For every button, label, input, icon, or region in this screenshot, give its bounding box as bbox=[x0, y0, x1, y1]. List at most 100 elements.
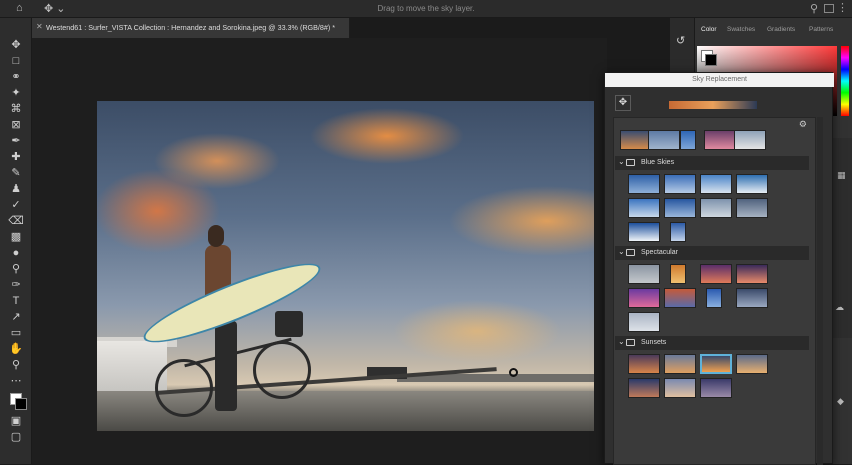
sky-thumbnail[interactable] bbox=[664, 378, 696, 398]
sky-thumbnail[interactable] bbox=[664, 354, 696, 374]
chevron-down-icon: ⌄ bbox=[618, 247, 625, 256]
sky-preview-selector[interactable] bbox=[669, 101, 757, 109]
sky-thumbnail-selected[interactable] bbox=[700, 354, 732, 374]
tab-color[interactable]: Color bbox=[701, 26, 717, 33]
sky-thumbnail[interactable] bbox=[736, 354, 768, 374]
sky-thumbnail[interactable] bbox=[700, 378, 732, 398]
section-blue-skies[interactable]: ⌄ Blue Skies bbox=[615, 156, 809, 170]
sky-thumbnail[interactable] bbox=[700, 264, 732, 284]
sky-thumbnail[interactable] bbox=[736, 264, 768, 284]
lasso-tool-icon[interactable]: ⚭ bbox=[8, 70, 24, 84]
hint-text: Drag to move the sky layer. bbox=[377, 4, 475, 13]
crop-tool-icon[interactable]: ⌘ bbox=[8, 102, 24, 116]
eyedropper-tool-icon[interactable]: ✒ bbox=[8, 134, 24, 148]
more-tools-icon[interactable]: ⋯ bbox=[8, 374, 24, 388]
folder-icon bbox=[626, 249, 635, 256]
chevron-down-icon: ⌄ bbox=[618, 157, 625, 166]
document-image[interactable] bbox=[97, 101, 594, 431]
sky-thumbnail[interactable] bbox=[628, 222, 660, 242]
workspace-icon[interactable] bbox=[824, 4, 834, 13]
history-panel-icon[interactable]: ↺ bbox=[676, 34, 685, 47]
bg-swatch[interactable] bbox=[705, 54, 717, 66]
section-label: Spectacular bbox=[641, 249, 678, 256]
history-brush-tool-icon[interactable]: ✓ bbox=[8, 198, 24, 212]
more-icon[interactable]: ⋮ bbox=[837, 1, 848, 14]
sky-thumbnail[interactable] bbox=[670, 222, 686, 242]
gradient-tool-icon[interactable]: ▩ bbox=[8, 230, 24, 244]
sky-thumbnail[interactable] bbox=[628, 312, 660, 332]
blur-tool-icon[interactable]: ● bbox=[8, 246, 24, 260]
lock-icon[interactable]: ◆ bbox=[837, 396, 844, 407]
search-icon[interactable]: ⚲ bbox=[810, 2, 818, 15]
document-tab[interactable]: ✕ Westend61 : Surfer_VISTA Collection : … bbox=[32, 18, 350, 38]
hand-tool-icon[interactable]: ✋ bbox=[8, 342, 24, 356]
sky-thumbnail[interactable] bbox=[664, 288, 696, 308]
panel-tabs: Color Swatches Gradients Patterns bbox=[695, 26, 852, 42]
quick-mask-icon[interactable]: ▣ bbox=[8, 414, 24, 428]
cloud-icon[interactable]: ☁ bbox=[835, 302, 844, 313]
sky-thumbnail[interactable] bbox=[736, 198, 768, 218]
background-color-swatch[interactable] bbox=[15, 398, 27, 410]
sky-thumbnail[interactable] bbox=[700, 174, 732, 194]
sky-move-tool-icon[interactable]: ✥ bbox=[615, 95, 631, 111]
chevron-down-icon: ⌄ bbox=[618, 337, 625, 346]
move-tool-icon[interactable]: ✥ bbox=[8, 38, 24, 52]
screen-mode-icon[interactable]: ▢ bbox=[8, 430, 24, 444]
tab-swatches[interactable]: Swatches bbox=[727, 26, 755, 33]
sky-thumbnail[interactable] bbox=[648, 130, 680, 150]
sky-thumbnail[interactable] bbox=[704, 130, 736, 150]
hue-slider[interactable] bbox=[841, 46, 849, 116]
folder-icon bbox=[626, 339, 635, 346]
type-tool-icon[interactable]: T bbox=[8, 294, 24, 308]
stamp-tool-icon[interactable]: ♟ bbox=[8, 182, 24, 196]
sky-thumbnail[interactable] bbox=[664, 198, 696, 218]
surfer-head bbox=[208, 225, 224, 247]
section-sunsets[interactable]: ⌄ Sunsets bbox=[615, 336, 809, 350]
sky-replacement-dialog: Sky Replacement ✥ ⚙ ⌄ Blue Skies ⌄ Spect… bbox=[604, 72, 834, 465]
section-label: Sunsets bbox=[641, 339, 667, 346]
brush-tool-icon[interactable]: ✎ bbox=[8, 166, 24, 180]
eraser-tool-icon[interactable]: ⌫ bbox=[8, 214, 24, 228]
close-tab-icon[interactable]: ✕ bbox=[36, 22, 43, 31]
healing-brush-tool-icon[interactable]: ✚ bbox=[8, 150, 24, 164]
sky-thumbnail[interactable] bbox=[706, 288, 722, 308]
gear-icon[interactable]: ⚙ bbox=[799, 119, 807, 130]
sky-thumbnail[interactable] bbox=[628, 378, 660, 398]
picker-scrollbar[interactable] bbox=[817, 117, 823, 465]
app-menubar: ⌂ ✥ ⌄ Drag to move the sky layer. ⚲ ⋮ bbox=[0, 0, 852, 18]
tab-patterns[interactable]: Patterns bbox=[809, 26, 833, 33]
sky-thumbnail[interactable] bbox=[680, 130, 696, 150]
dialog-title: Sky Replacement bbox=[605, 73, 834, 87]
tools-panel: ✥ □ ⚭ ✦ ⌘ ⊠ ✒ ✚ ✎ ♟ ✓ ⌫ ▩ ● ⚲ ✑ T ↗ ▭ ✋ … bbox=[0, 18, 32, 464]
grid-view-icon[interactable]: ▦ bbox=[837, 170, 846, 181]
sky-thumbnail[interactable] bbox=[628, 264, 660, 284]
sky-thumbnail[interactable] bbox=[700, 198, 732, 218]
bicycle-front-wheel bbox=[253, 341, 311, 399]
folder-icon bbox=[626, 159, 635, 166]
surfer-legs bbox=[215, 321, 237, 411]
section-label: Blue Skies bbox=[641, 159, 675, 166]
sky-preset-picker: ⚙ ⌄ Blue Skies ⌄ Spectacular ⌄ Sunsets bbox=[613, 117, 816, 465]
marquee-tool-icon[interactable]: □ bbox=[8, 54, 24, 68]
sky-thumbnail[interactable] bbox=[628, 174, 660, 194]
dodge-tool-icon[interactable]: ⚲ bbox=[8, 262, 24, 276]
sky-thumbnail[interactable] bbox=[664, 174, 696, 194]
sky-thumbnail[interactable] bbox=[628, 198, 660, 218]
section-spectacular[interactable]: ⌄ Spectacular bbox=[615, 246, 809, 260]
sky-thumbnail[interactable] bbox=[736, 174, 768, 194]
bicycle-basket bbox=[275, 311, 303, 337]
sky-thumbnail[interactable] bbox=[736, 288, 768, 308]
quick-select-tool-icon[interactable]: ✦ bbox=[8, 86, 24, 100]
sky-thumbnail[interactable] bbox=[670, 264, 686, 284]
path-select-tool-icon[interactable]: ↗ bbox=[8, 310, 24, 324]
pen-tool-icon[interactable]: ✑ bbox=[8, 278, 24, 292]
sky-thumbnail[interactable] bbox=[734, 130, 766, 150]
document-title: Westend61 : Surfer_VISTA Collection : He… bbox=[46, 23, 336, 32]
frame-tool-icon[interactable]: ⊠ bbox=[8, 118, 24, 132]
tab-gradients[interactable]: Gradients bbox=[767, 26, 795, 33]
bicycle-back-wheel bbox=[155, 359, 213, 417]
sky-thumbnail[interactable] bbox=[628, 354, 660, 374]
shape-tool-icon[interactable]: ▭ bbox=[8, 326, 24, 340]
sky-thumbnail[interactable] bbox=[628, 288, 660, 308]
zoom-tool-icon[interactable]: ⚲ bbox=[8, 358, 24, 372]
